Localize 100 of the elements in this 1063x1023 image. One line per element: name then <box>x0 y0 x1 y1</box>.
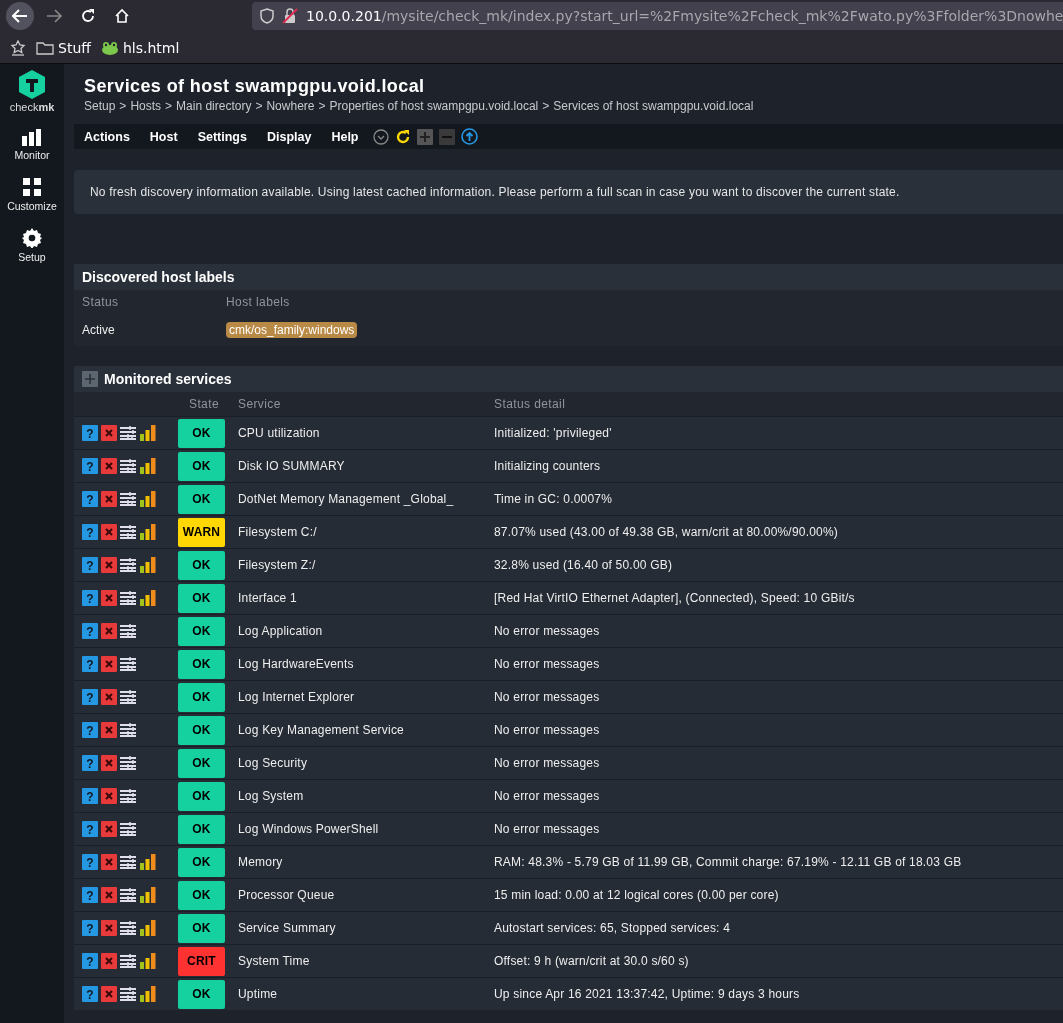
remove-icon[interactable] <box>101 755 117 771</box>
breadcrumb-separator: > <box>165 99 173 113</box>
remove-icon[interactable] <box>101 656 117 672</box>
sidebar-item[interactable]: Customize <box>7 171 57 212</box>
plus-icon[interactable] <box>416 128 433 145</box>
parameters-icon[interactable] <box>120 525 137 539</box>
remove-icon[interactable] <box>101 524 117 540</box>
help-icon[interactable]: ? <box>82 590 98 606</box>
state-badge: OK <box>178 616 225 646</box>
parameters-icon[interactable] <box>120 888 137 902</box>
help-icon[interactable]: ? <box>82 854 98 870</box>
breadcrumb-link[interactable]: Setup <box>84 99 116 113</box>
remove-icon[interactable] <box>101 491 117 507</box>
state-badge: OK <box>178 418 225 448</box>
chevron-circle-icon[interactable] <box>372 128 389 145</box>
service-name: Filesystem Z:/ <box>237 558 317 572</box>
signal-bars-icon[interactable] <box>140 425 156 441</box>
sidebar-label: Monitor <box>14 149 50 161</box>
help-icon[interactable]: ? <box>82 887 98 903</box>
logo-icon[interactable] <box>19 70 45 99</box>
signal-bars-icon[interactable] <box>140 953 156 969</box>
help-icon[interactable]: ? <box>82 491 98 507</box>
help-icon[interactable]: ? <box>82 623 98 639</box>
parameters-icon[interactable] <box>120 954 137 968</box>
parameters-icon[interactable] <box>120 459 137 473</box>
menu-item[interactable]: Actions <box>84 129 130 144</box>
bookmark[interactable]: hls.html <box>100 39 180 56</box>
menu-item[interactable]: Help <box>331 129 359 144</box>
help-icon[interactable]: ? <box>82 755 98 771</box>
service-name: Log HardwareEvents <box>237 657 355 671</box>
signal-bars-icon[interactable] <box>140 557 156 573</box>
bar-chart-icon <box>22 129 42 146</box>
parameters-icon[interactable] <box>120 657 137 671</box>
help-icon[interactable]: ? <box>82 986 98 1002</box>
signal-bars-icon[interactable] <box>140 524 156 540</box>
breadcrumb-link[interactable]: Main directory <box>176 99 252 113</box>
help-icon[interactable]: ? <box>82 788 98 804</box>
remove-icon[interactable] <box>101 953 117 969</box>
signal-bars-icon[interactable] <box>140 458 156 474</box>
help-icon[interactable]: ? <box>82 920 98 936</box>
state-badge: OK <box>178 847 225 877</box>
parameters-icon[interactable] <box>120 558 137 572</box>
breadcrumb-link[interactable]: Nowhere <box>266 99 315 113</box>
forward-arrow-icon <box>46 9 62 23</box>
remove-icon[interactable] <box>101 557 117 573</box>
signal-bars-icon[interactable] <box>140 986 156 1002</box>
help-icon[interactable]: ? <box>82 524 98 540</box>
signal-bars-icon[interactable] <box>140 491 156 507</box>
signal-bars-icon[interactable] <box>140 920 156 936</box>
remove-icon[interactable] <box>101 854 117 870</box>
parameters-icon[interactable] <box>120 855 137 869</box>
help-icon[interactable]: ? <box>82 689 98 705</box>
help-icon[interactable]: ? <box>82 458 98 474</box>
parameters-icon[interactable] <box>120 921 137 935</box>
home-icon <box>114 8 130 24</box>
help-icon[interactable]: ? <box>82 953 98 969</box>
remove-icon[interactable] <box>101 887 117 903</box>
parameters-icon[interactable] <box>120 987 137 1001</box>
up-arrow-circle-icon[interactable] <box>460 128 478 145</box>
breadcrumb-link[interactable]: Hosts <box>130 99 162 113</box>
menu-item[interactable]: Host <box>149 129 178 144</box>
parameters-icon[interactable] <box>120 690 137 704</box>
signal-bars-icon[interactable] <box>140 590 156 606</box>
refresh-icon[interactable] <box>394 128 411 145</box>
breadcrumb-link[interactable]: Properties of host swampgpu.void.local <box>329 99 539 113</box>
menu-item[interactable]: Display <box>266 129 312 144</box>
remove-icon[interactable] <box>101 425 117 441</box>
sidebar-item[interactable]: Setup <box>18 222 46 263</box>
sidebar-item[interactable]: Monitor <box>14 123 50 161</box>
bookmark[interactable]: Stuff <box>36 39 91 56</box>
bookmark-star-icon[interactable] <box>10 39 26 56</box>
parameters-icon[interactable] <box>120 624 137 638</box>
remove-icon[interactable] <box>101 722 117 738</box>
address-bar[interactable]: 10.0.0.201/mysite/check_mk/index.py?start_url=%2Fmysite%2Fcheck_mk%2Fwato.py%3Ffolder%3Dnowhe <box>252 2 1063 30</box>
remove-icon[interactable] <box>101 689 117 705</box>
remove-icon[interactable] <box>101 986 117 1002</box>
remove-icon[interactable] <box>101 458 117 474</box>
remove-icon[interactable] <box>101 590 117 606</box>
remove-icon[interactable] <box>101 920 117 936</box>
sidebar-label: Customize <box>7 200 57 212</box>
help-icon[interactable]: ? <box>82 557 98 573</box>
help-icon[interactable]: ? <box>82 656 98 672</box>
remove-icon[interactable] <box>101 788 117 804</box>
remove-icon[interactable] <box>101 623 117 639</box>
help-icon[interactable]: ? <box>82 722 98 738</box>
help-icon[interactable]: ? <box>82 425 98 441</box>
parameters-icon[interactable] <box>120 822 137 836</box>
menu-item[interactable]: Settings <box>197 129 247 144</box>
remove-icon[interactable] <box>101 821 117 837</box>
back-button[interactable] <box>6 2 34 30</box>
help-icon[interactable]: ? <box>82 821 98 837</box>
parameters-icon[interactable] <box>120 723 137 737</box>
parameters-icon[interactable] <box>120 789 137 803</box>
breadcrumb-link[interactable]: Services of host swampgpu.void.local <box>553 99 754 113</box>
parameters-icon[interactable] <box>120 591 137 605</box>
signal-bars-icon[interactable] <box>140 887 156 903</box>
parameters-icon[interactable] <box>120 492 137 506</box>
parameters-icon[interactable] <box>120 426 137 440</box>
signal-bars-icon[interactable] <box>140 854 156 870</box>
parameters-icon[interactable] <box>120 756 137 770</box>
